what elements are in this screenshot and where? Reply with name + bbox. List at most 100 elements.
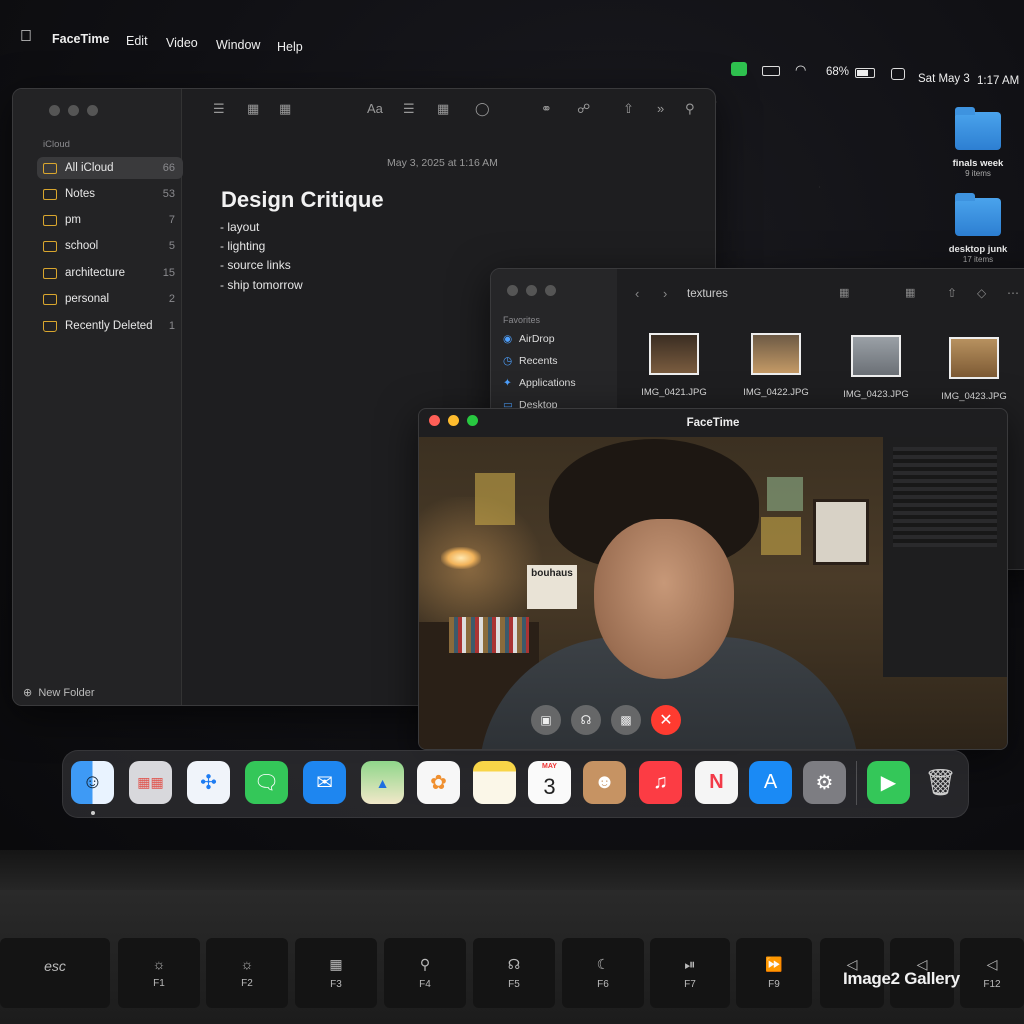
dock-notes-icon[interactable] xyxy=(473,761,516,804)
f4-key[interactable]: ⚲ F4 xyxy=(384,938,466,1008)
facetime-status-icon[interactable] xyxy=(731,62,747,76)
menu-date[interactable]: Sat May 3 xyxy=(918,73,970,85)
dock-trash-icon[interactable]: 🗑 xyxy=(919,761,962,804)
end-call-button[interactable]: ✕ xyxy=(651,705,681,735)
f3-key[interactable]: ▦ F3 xyxy=(295,938,377,1008)
dock-launchpad-icon[interactable]: ▦▦ xyxy=(129,761,172,804)
sidebar-item-pm[interactable]: pm 7 xyxy=(37,209,183,231)
dock-app-store-icon[interactable]: A xyxy=(749,761,792,804)
back-chevron-icon[interactable]: ‹ xyxy=(635,286,639,301)
dock-messages-icon[interactable]: 🗨 xyxy=(245,761,288,804)
more-chevrons-icon[interactable]: » xyxy=(657,101,664,116)
f6-key[interactable]: ☾ F6 xyxy=(562,938,644,1008)
facetime-video-feed: bouhaus xyxy=(419,437,1007,749)
zoom-window-button[interactable] xyxy=(545,285,556,296)
notes-sidebar: iCloud All iCloud 66 Notes 53 pm 7 school 5 … xyxy=(13,89,183,705)
f9-key[interactable]: ⏩ F9 xyxy=(736,938,812,1008)
f5-key[interactable]: ☊ F5 xyxy=(473,938,555,1008)
dock-finder-icon[interactable]: ☺ xyxy=(71,761,114,804)
note-line[interactable]: - source links xyxy=(220,258,291,272)
media-icon[interactable]: ◯ xyxy=(475,101,490,117)
file-thumbnail[interactable]: IMG_0423.JPG xyxy=(929,337,1019,402)
dock-facetime-icon[interactable]: ▶ xyxy=(867,761,910,804)
grid-view-icon[interactable]: ▦ xyxy=(279,101,291,117)
minimize-window-button[interactable] xyxy=(68,105,79,116)
key-label: F3 xyxy=(330,979,342,990)
dock-safari-icon[interactable]: ✣ xyxy=(187,761,230,804)
share-icon[interactable]: ⇧ xyxy=(623,101,634,117)
tag-icon[interactable]: ◇ xyxy=(977,286,986,300)
share-icon[interactable]: ⇧ xyxy=(947,286,957,300)
menu-window[interactable]: Window xyxy=(216,38,260,52)
sidebar-item-airdrop[interactable]: ◉ AirDrop xyxy=(503,333,555,345)
note-line[interactable]: - lighting xyxy=(220,239,265,253)
f12-key[interactable]: ◁ F12 xyxy=(960,938,1024,1008)
table-icon[interactable]: ▦ xyxy=(437,101,449,117)
key-label: F7 xyxy=(684,979,696,990)
finder-face-icon: ☺ xyxy=(82,771,103,793)
menu-help[interactable]: Help xyxy=(277,40,303,54)
format-text-button[interactable]: Aa xyxy=(367,101,383,116)
share-screen-button[interactable]: ▩ xyxy=(611,705,641,735)
wall-note xyxy=(475,473,515,525)
folder-icon xyxy=(43,214,57,226)
camera-toggle-button[interactable]: ▣ xyxy=(531,705,561,735)
sidebar-item-all-icloud[interactable]: All iCloud 66 xyxy=(37,157,183,179)
window-controls xyxy=(507,285,556,296)
sidebar-item-recently-deleted[interactable]: Recently Deleted 1 xyxy=(37,315,183,337)
lock-icon[interactable]: ☍ xyxy=(577,101,590,117)
esc-key[interactable]: esc xyxy=(0,938,110,1008)
folder-label: personal xyxy=(65,293,110,305)
f1-key[interactable]: ☼ F1 xyxy=(118,938,200,1008)
new-folder-button[interactable]: ⊕ New Folder xyxy=(23,686,95,699)
mute-button[interactable]: ☊ xyxy=(571,705,601,735)
dock-calendar-icon[interactable]: MAY 3 xyxy=(528,761,571,804)
note-line[interactable]: - layout xyxy=(220,220,259,234)
menu-app-name[interactable]: FaceTime xyxy=(52,32,109,46)
note-line[interactable]: - ship tomorrow xyxy=(220,278,303,292)
battery-icon[interactable] xyxy=(855,68,875,78)
dock-music-icon[interactable]: ♫ xyxy=(639,761,682,804)
desktop-folder-finals-week[interactable]: finals week 9 items xyxy=(938,107,1018,178)
apple-menu-icon[interactable]:  xyxy=(20,28,32,46)
sidebar-item-architecture[interactable]: architecture 15 xyxy=(37,262,183,284)
wifi-icon[interactable]: ◠ xyxy=(795,62,806,78)
forward-chevron-icon[interactable]: › xyxy=(663,286,667,301)
dock-settings-icon[interactable]: ⚙ xyxy=(803,761,846,804)
dock-mail-icon[interactable]: ✉ xyxy=(303,761,346,804)
control-center-icon[interactable] xyxy=(891,68,905,80)
note-title[interactable]: Design Critique xyxy=(221,187,384,213)
key-label: F5 xyxy=(508,979,520,990)
sidebar-item-applications[interactable]: ✦ Applications xyxy=(503,377,576,389)
collaborate-icon[interactable]: ⚭ xyxy=(541,101,552,117)
f7-key[interactable]: ⏯ F7 xyxy=(650,938,730,1008)
sidebar-item-personal[interactable]: personal 2 xyxy=(37,288,183,310)
sidebar-item-school[interactable]: school 5 xyxy=(37,235,183,257)
zoom-window-button[interactable] xyxy=(87,105,98,116)
menu-time[interactable]: 1:17 AM xyxy=(977,75,1019,87)
minimize-window-button[interactable] xyxy=(526,285,537,296)
checklist-icon[interactable]: ☰ xyxy=(403,101,415,117)
group-icon[interactable]: ▦ xyxy=(905,286,915,299)
dock-photos-icon[interactable]: ✿ xyxy=(417,761,460,804)
icon-view-icon[interactable]: ▦ xyxy=(839,286,849,299)
menu-video[interactable]: Video xyxy=(166,36,198,50)
list-view-icon[interactable]: ☰ xyxy=(213,101,225,117)
menu-edit[interactable]: Edit xyxy=(126,34,148,48)
dock-maps-icon[interactable]: ▲ xyxy=(361,761,404,804)
file-thumbnail[interactable]: IMG_0421.JPG xyxy=(629,333,719,398)
search-icon[interactable]: ⚲ xyxy=(685,101,695,117)
more-icon[interactable]: ⋯ xyxy=(1007,286,1019,300)
dock-contacts-icon[interactable]: ☻ xyxy=(583,761,626,804)
sidebar-item-recents[interactable]: ◷ Recents xyxy=(503,355,558,367)
close-window-button[interactable] xyxy=(507,285,518,296)
file-thumbnail[interactable]: IMG_0422.JPG xyxy=(731,333,821,398)
gallery-view-icon[interactable]: ▦ xyxy=(247,101,259,117)
close-window-button[interactable] xyxy=(49,105,60,116)
f2-key[interactable]: ☼ F2 xyxy=(206,938,288,1008)
file-thumbnail[interactable]: IMG_0423.JPG xyxy=(831,335,921,400)
sidebar-item-notes[interactable]: Notes 53 xyxy=(37,183,183,205)
desktop-folder-desktop-junk[interactable]: desktop junk 17 items xyxy=(938,193,1018,264)
display-status-icon[interactable] xyxy=(762,66,780,76)
dock-news-icon[interactable]: N xyxy=(695,761,738,804)
